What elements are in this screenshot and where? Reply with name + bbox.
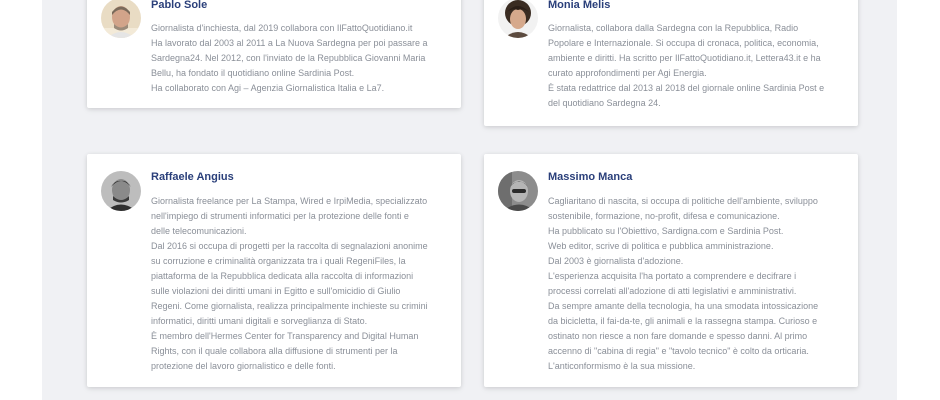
author-bio: Cagliaritano di nascita, si occupa di po… — [548, 194, 858, 374]
avatar — [101, 171, 141, 211]
portrait-image — [498, 0, 538, 38]
portrait-image — [498, 171, 538, 211]
bio-line: È membro dell'Hermes Center for Transpar… — [151, 331, 419, 341]
author-card-pablo-sole: Pablo Sole Giornalista d'inchiesta, dal … — [87, 0, 461, 108]
bio-line: Sardegna24. Nel 2012, con l'inviato de l… — [151, 53, 426, 63]
portrait-image — [101, 0, 141, 38]
bio-line: delle telecomunicazioni. — [151, 226, 247, 236]
bio-line: ostinato non riesce a non fare domande e… — [548, 331, 808, 341]
author-name[interactable]: Monia Melis — [548, 0, 610, 12]
bio-line: accenno di "cabina di regia" e "tavolo t… — [548, 346, 809, 356]
bio-line: L'anticonformismo è la sua missione. — [548, 361, 696, 371]
bio-line: Rights, con il quale collabora alla diff… — [151, 346, 398, 356]
bio-line: Dal 2016 si occupa di progetti per la ra… — [151, 241, 428, 251]
bio-line: processi correlati all'adozione di atti … — [548, 286, 797, 296]
author-bio: Giornalista, collabora dalla Sardegna co… — [548, 21, 858, 111]
bio-line: Giornalista, collabora dalla Sardegna co… — [548, 23, 799, 33]
bio-line: protezione del lavoro giornalistico e de… — [151, 361, 336, 371]
avatar — [498, 171, 538, 211]
author-bio: Giornalista freelance per La Stampa, Wir… — [151, 194, 461, 374]
bio-line: È stata redattrice dal 2013 al 2018 del … — [548, 83, 825, 93]
bio-line: Ha pubblicato su l'Obiettivo, Sardigna.c… — [548, 226, 784, 236]
bio-line: su corruzione e criminalità organizzata … — [151, 256, 406, 266]
bio-line: Dal 2003 è giornalista d'adozione. — [548, 256, 684, 266]
bio-line: Da sempre amante della tecnologia, ha un… — [548, 301, 819, 311]
bio-line: Giornalista d'inchiesta, dal 2019 collab… — [151, 23, 413, 33]
bio-line: L'esperienza acquisita l'ha portato a co… — [548, 271, 797, 281]
bio-line: Regeni. Come giornalista, realizza princ… — [151, 301, 428, 311]
bio-line: Popolare e Internazionale. Si occupa di … — [548, 38, 819, 48]
author-name[interactable]: Pablo Sole — [151, 0, 207, 12]
author-name[interactable]: Raffaele Angius — [151, 170, 234, 184]
bio-line: informatici, diritti umani digitali e so… — [151, 316, 368, 326]
bio-line: Web editor, scrive di politica e pubblic… — [548, 241, 774, 251]
bio-line: Giornalista freelance per La Stampa, Wir… — [151, 196, 428, 206]
bio-line: ambiente e diritti. Ha scritto per IlFat… — [548, 53, 821, 63]
bio-line: sulle violazioni dei diritti umani in Eg… — [151, 286, 401, 296]
bio-line: Ha collaborato con Agi – Agenzia Giornal… — [151, 83, 385, 93]
author-bio: Giornalista d'inchiesta, dal 2019 collab… — [151, 21, 461, 96]
author-card-massimo-manca: Massimo Manca Cagliaritano di nascita, s… — [484, 154, 858, 387]
bio-line: curato approfondimenti per Agi Energia. — [548, 68, 707, 78]
avatar — [498, 0, 538, 38]
author-card-raffaele-angius: Raffaele Angius Giornalista freelance pe… — [87, 154, 461, 387]
bio-line: piattaforma de la Repubblica dedicata al… — [151, 271, 414, 281]
bio-line: nell'impiego di strumenti informatici pe… — [151, 211, 409, 221]
bio-line: Bellu, ha fondato il quotidiano online S… — [151, 68, 355, 78]
portrait-image — [101, 171, 141, 211]
author-name[interactable]: Massimo Manca — [548, 170, 632, 184]
avatar — [101, 0, 141, 38]
bio-line: del quotidiano Sardegna 24. — [548, 98, 661, 108]
bio-line: Ha lavorato dal 2003 al 2011 a La Nuova … — [151, 38, 428, 48]
bio-line: Cagliaritano di nascita, si occupa di po… — [548, 196, 818, 206]
bio-line: sostenibile, formazione, no-profit, dife… — [548, 211, 780, 221]
bio-line: da bicicletta, il fai-da-te, gli animali… — [548, 316, 818, 326]
author-card-monia-melis: Monia Melis Giornalista, collabora dalla… — [484, 0, 858, 126]
